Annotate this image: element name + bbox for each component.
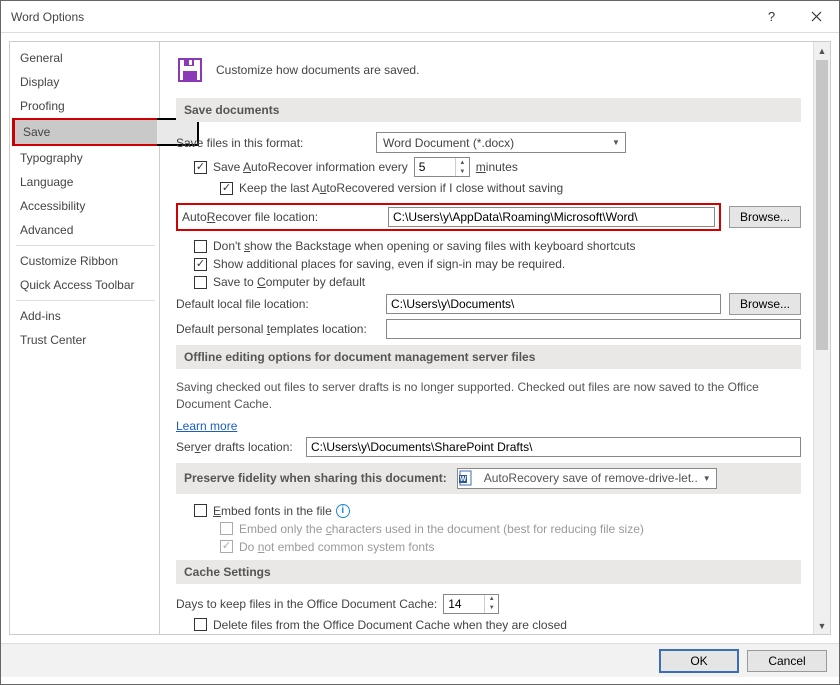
dialog-footer: OK Cancel: [1, 643, 839, 677]
scrollbar[interactable]: ▲ ▼: [813, 42, 830, 634]
embed-chars-checkbox: [220, 522, 233, 535]
cache-delete-label: Delete files from the Office Document Ca…: [213, 618, 567, 632]
sidebar-item-language[interactable]: Language: [12, 170, 159, 194]
save-computer-checkbox[interactable]: [194, 276, 207, 289]
dont-show-backstage-label: Don't show the Backstage when opening or…: [213, 239, 636, 253]
sidebar-item-proofing[interactable]: Proofing: [12, 94, 159, 118]
titlebar: Word Options ?: [1, 1, 839, 33]
autorecover-location-highlight: AutoRecover file location:: [176, 203, 721, 231]
window-title: Word Options: [11, 10, 84, 24]
info-icon[interactable]: i: [336, 504, 350, 518]
section-offline: Offline editing options for document man…: [176, 345, 801, 369]
scroll-down-icon[interactable]: ▼: [814, 617, 830, 634]
cache-days-label: Days to keep files in the Office Documen…: [176, 597, 437, 611]
default-local-label: Default local file location:: [176, 297, 376, 311]
keep-last-label: Keep the last AutoRecovered version if I…: [239, 181, 563, 195]
sidebar-item-qat[interactable]: Quick Access Toolbar: [12, 273, 159, 297]
chevron-down-icon: ▼: [607, 138, 625, 147]
show-additional-label: Show additional places for saving, even …: [213, 257, 565, 271]
browse-autorecover-button[interactable]: Browse...: [729, 206, 801, 228]
default-local-input[interactable]: [386, 294, 721, 314]
help-button[interactable]: ?: [749, 1, 794, 33]
svg-text:W: W: [459, 476, 466, 483]
close-button[interactable]: [794, 1, 839, 33]
save-icon: [176, 56, 204, 84]
section-cache: Cache Settings: [176, 560, 801, 584]
embed-fonts-checkbox[interactable]: [194, 504, 207, 517]
default-templates-input[interactable]: [386, 319, 801, 339]
learn-more-link[interactable]: Learn more: [176, 419, 237, 433]
section-save-documents: Save documents: [176, 98, 801, 122]
cancel-button[interactable]: Cancel: [747, 650, 827, 672]
autorecover-label: Save AutoRecover information every: [213, 160, 408, 174]
autorecover-checkbox[interactable]: [194, 161, 207, 174]
autorecover-minutes-spinner[interactable]: ▲▼: [414, 157, 470, 177]
sidebar-item-advanced[interactable]: Advanced: [12, 218, 159, 242]
fidelity-document-combo[interactable]: W AutoRecovery save of remove-drive-let.…: [457, 468, 717, 489]
page-subtitle: Customize how documents are saved.: [216, 63, 419, 77]
offline-desc: Saving checked out files to server draft…: [176, 379, 801, 413]
sidebar-item-save[interactable]: Save: [12, 118, 159, 146]
sidebar: General Display Proofing Save Typography…: [9, 41, 160, 635]
embed-fonts-label: Embed fonts in the file: [213, 504, 332, 518]
no-common-fonts-checkbox: [220, 540, 233, 553]
minutes-label: minutes: [476, 160, 518, 174]
scroll-thumb[interactable]: [816, 60, 828, 350]
keep-last-checkbox[interactable]: [220, 182, 233, 195]
save-computer-label: Save to Computer by default: [213, 275, 365, 289]
format-label: Save files in this format:: [176, 136, 376, 150]
ok-button[interactable]: OK: [659, 649, 739, 673]
sidebar-item-display[interactable]: Display: [12, 70, 159, 94]
autorecover-location-label: AutoRecover file location:: [182, 210, 378, 224]
main-panel: Customize how documents are saved. Save …: [160, 42, 813, 634]
server-drafts-label: Server drafts location:: [176, 440, 296, 454]
browse-local-button[interactable]: Browse...: [729, 293, 801, 315]
sidebar-item-general[interactable]: General: [12, 46, 159, 70]
default-templates-label: Default personal templates location:: [176, 322, 376, 336]
show-additional-checkbox[interactable]: [194, 258, 207, 271]
cache-days-spinner[interactable]: ▲▼: [443, 594, 499, 614]
no-common-fonts-label: Do not embed common system fonts: [239, 540, 434, 554]
cache-delete-checkbox[interactable]: [194, 618, 207, 631]
sidebar-item-customize-ribbon[interactable]: Customize Ribbon: [12, 249, 159, 273]
scroll-up-icon[interactable]: ▲: [814, 42, 830, 59]
sidebar-item-accessibility[interactable]: Accessibility: [12, 194, 159, 218]
section-fidelity: Preserve fidelity when sharing this docu…: [176, 463, 801, 494]
format-combo[interactable]: Word Document (*.docx) ▼: [376, 132, 626, 153]
sidebar-item-addins[interactable]: Add-ins: [12, 304, 159, 328]
chevron-down-icon: ▼: [698, 474, 716, 483]
document-icon: W: [458, 470, 474, 486]
sidebar-item-trust-center[interactable]: Trust Center: [12, 328, 159, 352]
sidebar-item-typography[interactable]: Typography: [12, 146, 159, 170]
dont-show-backstage-checkbox[interactable]: [194, 240, 207, 253]
autorecover-location-input[interactable]: [388, 207, 715, 227]
server-drafts-input[interactable]: [306, 437, 801, 457]
embed-chars-label: Embed only the characters used in the do…: [239, 522, 644, 536]
